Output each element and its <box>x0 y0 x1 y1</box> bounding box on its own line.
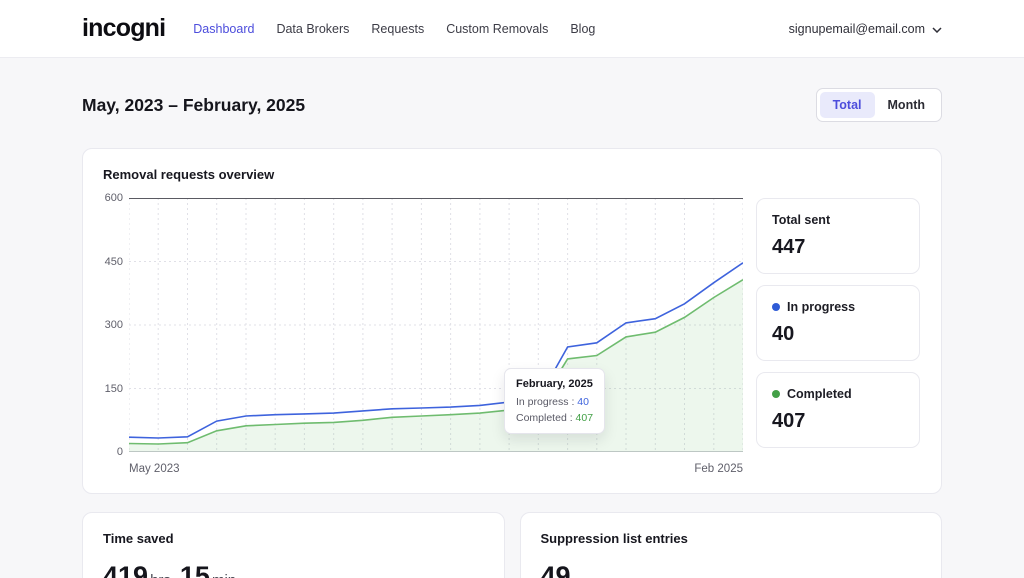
tooltip-in-progress-row: In progress : 40 <box>516 396 589 408</box>
chart-stats-column: Total sent 447 In progress 40 Completed <box>756 198 920 475</box>
tooltip-title: February, 2025 <box>516 378 593 390</box>
y-tick-label: 300 <box>104 319 123 331</box>
nav-data-brokers[interactable]: Data Brokers <box>276 22 349 36</box>
time-saved-value: 419hrs 15min <box>103 561 484 578</box>
time-saved-hours: 419 <box>103 561 149 578</box>
chart-plot-area[interactable]: February, 2025 In progress : 40 Complete… <box>129 198 743 452</box>
x-axis-labels: May 2023 Feb 2025 <box>129 463 743 475</box>
y-tick-label: 0 <box>116 446 123 458</box>
stat-total-sent-value: 447 <box>772 236 806 258</box>
toggle-month-button[interactable]: Month <box>875 92 938 118</box>
view-toggle: Total Month <box>815 88 942 122</box>
page-title: May, 2023 – February, 2025 <box>82 94 306 115</box>
nav-blog[interactable]: Blog <box>570 22 595 36</box>
x-label-end: Feb 2025 <box>694 463 743 475</box>
logo[interactable]: incogni <box>82 14 166 43</box>
main-nav: Dashboard Data Brokers Requests Custom R… <box>193 22 595 36</box>
y-tick-label: 450 <box>104 255 123 268</box>
y-tick-label: 150 <box>104 382 123 395</box>
suppression-list-value: 49 <box>540 561 571 578</box>
y-tick-label: 600 <box>104 192 123 204</box>
page-head: May, 2023 – February, 2025 Total Month <box>82 88 942 122</box>
completed-dot-icon <box>772 390 780 398</box>
toggle-total-button[interactable]: Total <box>819 92 875 118</box>
time-saved-title: Time saved <box>103 531 174 546</box>
stat-total-sent-label: Total sent <box>772 213 831 227</box>
nav-dashboard[interactable]: Dashboard <box>193 22 254 36</box>
dashboard-page: May, 2023 – February, 2025 Total Month R… <box>82 88 942 578</box>
tooltip-completed-value: 407 <box>575 412 594 424</box>
tooltip-in-progress-value: 40 <box>577 396 589 408</box>
removal-requests-title: Removal requests overview <box>103 167 275 182</box>
time-saved-minutes-unit: min <box>212 572 236 578</box>
chevron-down-icon <box>932 22 942 36</box>
y-axis-labels: 600 450 300 150 0 <box>103 192 129 458</box>
bottom-cards: Time saved 419hrs 15min Suppression list … <box>82 512 942 578</box>
x-label-start: May 2023 <box>129 463 180 475</box>
chart-block: 600 450 300 150 0 February, 2025 In progress… <box>103 192 743 475</box>
stat-in-progress-value: 40 <box>772 323 795 345</box>
stat-completed-label: Completed <box>787 387 852 401</box>
time-saved-hours-unit: hrs <box>150 572 171 578</box>
time-saved-card: Time saved 419hrs 15min <box>82 512 505 578</box>
time-saved-minutes: 15 <box>179 561 210 578</box>
top-navbar: incogni Dashboard Data Brokers Requests … <box>0 0 1024 58</box>
chart-tooltip: February, 2025 In progress : 40 Complete… <box>504 368 606 434</box>
account-menu[interactable]: signupemail@email.com <box>789 22 942 36</box>
removal-requests-card: Removal requests overview 600 450 300 150 0 … <box>82 148 942 494</box>
account-email: signupemail@email.com <box>788 21 925 36</box>
suppression-list-card: Suppression list entries 49 <box>519 512 942 578</box>
stat-completed-value: 407 <box>772 410 806 432</box>
stat-in-progress-label: In progress <box>787 300 856 314</box>
nav-custom-removals[interactable]: Custom Removals <box>446 22 548 36</box>
removal-requests-chart[interactable] <box>129 198 743 452</box>
stat-in-progress: In progress 40 <box>756 285 920 361</box>
in-progress-dot-icon <box>772 303 780 311</box>
stat-completed: Completed 407 <box>756 372 920 448</box>
tooltip-completed-row: Completed : 407 <box>516 412 594 424</box>
nav-requests[interactable]: Requests <box>371 22 424 36</box>
suppression-list-title: Suppression list entries <box>540 531 688 546</box>
stat-total-sent: Total sent 447 <box>756 198 920 274</box>
